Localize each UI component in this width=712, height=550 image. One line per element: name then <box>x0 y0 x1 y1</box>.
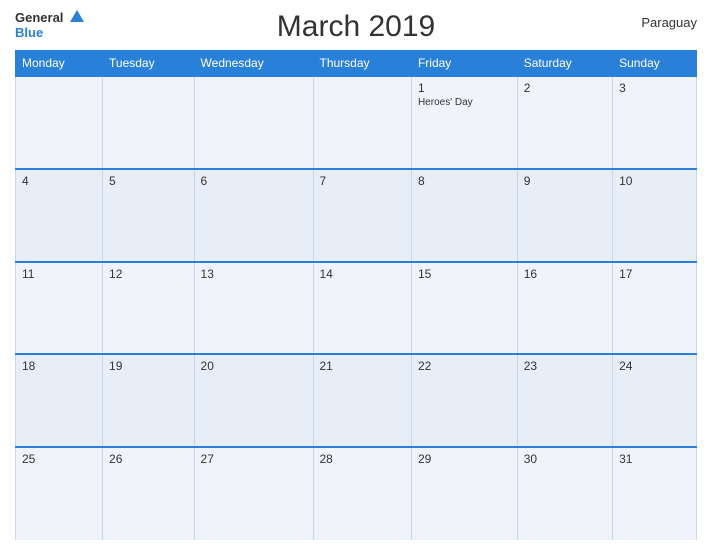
calendar-week-row: 1 Heroes' Day 23 <box>16 76 697 169</box>
calendar-cell: 3 <box>613 76 697 169</box>
header: General Blue March 2019 Paraguay <box>15 10 697 44</box>
calendar-week-row: 25 26 27 28 29 30 31 <box>16 447 697 540</box>
logo: General Blue <box>15 10 84 39</box>
calendar-table: MondayTuesdayWednesdayThursdayFridaySatu… <box>15 50 697 540</box>
day-number: 1 <box>418 81 511 95</box>
day-number: 23 <box>524 359 606 373</box>
day-number: 25 <box>22 452 96 466</box>
day-number: 2 <box>524 81 606 95</box>
day-number: 7 <box>320 174 405 188</box>
calendar-cell <box>313 76 411 169</box>
calendar-cell: 8 <box>411 169 517 262</box>
calendar-cell: 7 <box>313 169 411 262</box>
calendar-week-row: 456789 10 <box>16 169 697 262</box>
weekday-header-row: MondayTuesdayWednesdayThursdayFridaySatu… <box>16 51 697 77</box>
day-number: 27 <box>201 452 307 466</box>
calendar-week-row: 18 19 20 21 22 23 24 <box>16 354 697 447</box>
weekday-header: Friday <box>411 51 517 77</box>
calendar-week-row: 11 12 13 14 15 16 17 <box>16 262 697 355</box>
calendar-cell: 2 <box>517 76 612 169</box>
calendar-cell: 6 <box>194 169 313 262</box>
page: General Blue March 2019 Paraguay MondayT… <box>0 0 712 550</box>
day-number: 9 <box>524 174 606 188</box>
day-number: 16 <box>524 267 606 281</box>
calendar-cell: 15 <box>411 262 517 355</box>
day-number: 24 <box>619 359 690 373</box>
weekday-header: Monday <box>16 51 103 77</box>
weekday-header: Sunday <box>613 51 697 77</box>
calendar-cell: 13 <box>194 262 313 355</box>
day-number: 29 <box>418 452 511 466</box>
weekday-header: Saturday <box>517 51 612 77</box>
calendar-header: MondayTuesdayWednesdayThursdayFridaySatu… <box>16 51 697 77</box>
calendar-cell: 31 <box>613 447 697 540</box>
calendar-cell: 14 <box>313 262 411 355</box>
day-number: 17 <box>619 267 690 281</box>
day-number: 20 <box>201 359 307 373</box>
day-number: 6 <box>201 174 307 188</box>
day-number: 13 <box>201 267 307 281</box>
calendar-cell: 18 <box>16 354 103 447</box>
day-number: 21 <box>320 359 405 373</box>
calendar-cell <box>103 76 195 169</box>
calendar-cell: 12 <box>103 262 195 355</box>
day-number: 26 <box>109 452 188 466</box>
calendar-cell: 30 <box>517 447 612 540</box>
calendar-cell: 25 <box>16 447 103 540</box>
logo-general-line: General <box>15 10 84 26</box>
calendar-cell: 4 <box>16 169 103 262</box>
calendar-cell: 21 <box>313 354 411 447</box>
calendar-cell: 10 <box>613 169 697 262</box>
calendar-cell: 26 <box>103 447 195 540</box>
calendar-cell: 17 <box>613 262 697 355</box>
day-number: 31 <box>619 452 690 466</box>
calendar-cell: 28 <box>313 447 411 540</box>
day-number: 22 <box>418 359 511 373</box>
day-number: 19 <box>109 359 188 373</box>
calendar-cell: 16 <box>517 262 612 355</box>
day-number: 8 <box>418 174 511 188</box>
day-number: 12 <box>109 267 188 281</box>
calendar-cell: 11 <box>16 262 103 355</box>
calendar-cell: 19 <box>103 354 195 447</box>
holiday-label: Heroes' Day <box>418 97 511 108</box>
calendar-title: March 2019 <box>277 10 435 44</box>
calendar-cell: 29 <box>411 447 517 540</box>
day-number: 18 <box>22 359 96 373</box>
weekday-header: Wednesday <box>194 51 313 77</box>
calendar-cell: 1 Heroes' Day <box>411 76 517 169</box>
day-number: 28 <box>320 452 405 466</box>
calendar-cell: 24 <box>613 354 697 447</box>
calendar-cell: 9 <box>517 169 612 262</box>
calendar-cell <box>16 76 103 169</box>
calendar-cell: 22 <box>411 354 517 447</box>
calendar-cell: 5 <box>103 169 195 262</box>
day-number: 15 <box>418 267 511 281</box>
logo-triangle-icon <box>70 10 84 22</box>
calendar-cell: 20 <box>194 354 313 447</box>
day-number: 4 <box>22 174 96 188</box>
day-number: 5 <box>109 174 188 188</box>
weekday-header: Tuesday <box>103 51 195 77</box>
calendar-cell <box>194 76 313 169</box>
day-number: 3 <box>619 81 690 95</box>
logo-general-text: General <box>15 10 63 25</box>
day-number: 14 <box>320 267 405 281</box>
logo-blue-text: Blue <box>15 26 84 39</box>
day-number: 10 <box>619 174 690 188</box>
calendar-cell: 23 <box>517 354 612 447</box>
day-number: 30 <box>524 452 606 466</box>
country-label: Paraguay <box>641 15 697 30</box>
day-number: 11 <box>22 267 96 281</box>
weekday-header: Thursday <box>313 51 411 77</box>
calendar-body: 1 Heroes' Day 23 456789 10 11 12 13 14 15 16 17 18 19… <box>16 76 697 540</box>
calendar-cell: 27 <box>194 447 313 540</box>
